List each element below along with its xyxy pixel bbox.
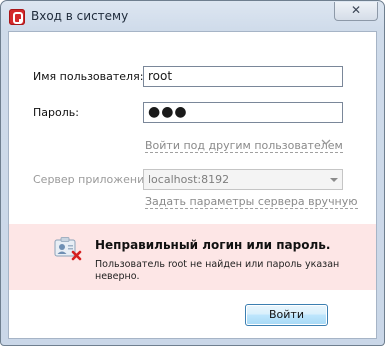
server-manual-link[interactable]: Задать параметры сервера вручную (145, 195, 358, 209)
server-label: Сервер приложений: (33, 173, 156, 186)
window-title: Вход в систему (31, 9, 129, 23)
error-title: Неправильный логин или пароль. (95, 238, 331, 252)
title-bar: Вход в систему ✕ (1, 1, 384, 31)
server-select[interactable]: localhost:8192 (143, 169, 343, 190)
login-dialog: Вход в систему ✕ Имя пользователя: root … (0, 0, 385, 346)
error-panel: Неправильный логин или пароль. Пользоват… (9, 224, 376, 290)
login-button[interactable]: Войти (245, 304, 328, 326)
chevron-down-icon[interactable] (321, 138, 331, 149)
username-label: Имя пользователя: (33, 70, 144, 83)
username-field[interactable]: root (143, 66, 343, 87)
close-button[interactable]: ✕ (334, 2, 378, 21)
dialog-content: Имя пользователя: root Пароль: ●●● Войти… (8, 31, 377, 339)
user-card-error-icon (54, 237, 82, 261)
password-field[interactable]: ●●● (143, 102, 343, 123)
switch-user-link[interactable]: Войти под другим пользователем (145, 139, 343, 153)
app-logo-icon (9, 9, 25, 25)
close-icon: ✕ (350, 3, 362, 17)
server-select-value: localhost:8192 (148, 173, 230, 186)
password-label: Пароль: (33, 106, 79, 119)
error-message: Пользователь root не найден или пароль у… (95, 259, 340, 282)
dropdown-arrow-icon (330, 170, 338, 197)
